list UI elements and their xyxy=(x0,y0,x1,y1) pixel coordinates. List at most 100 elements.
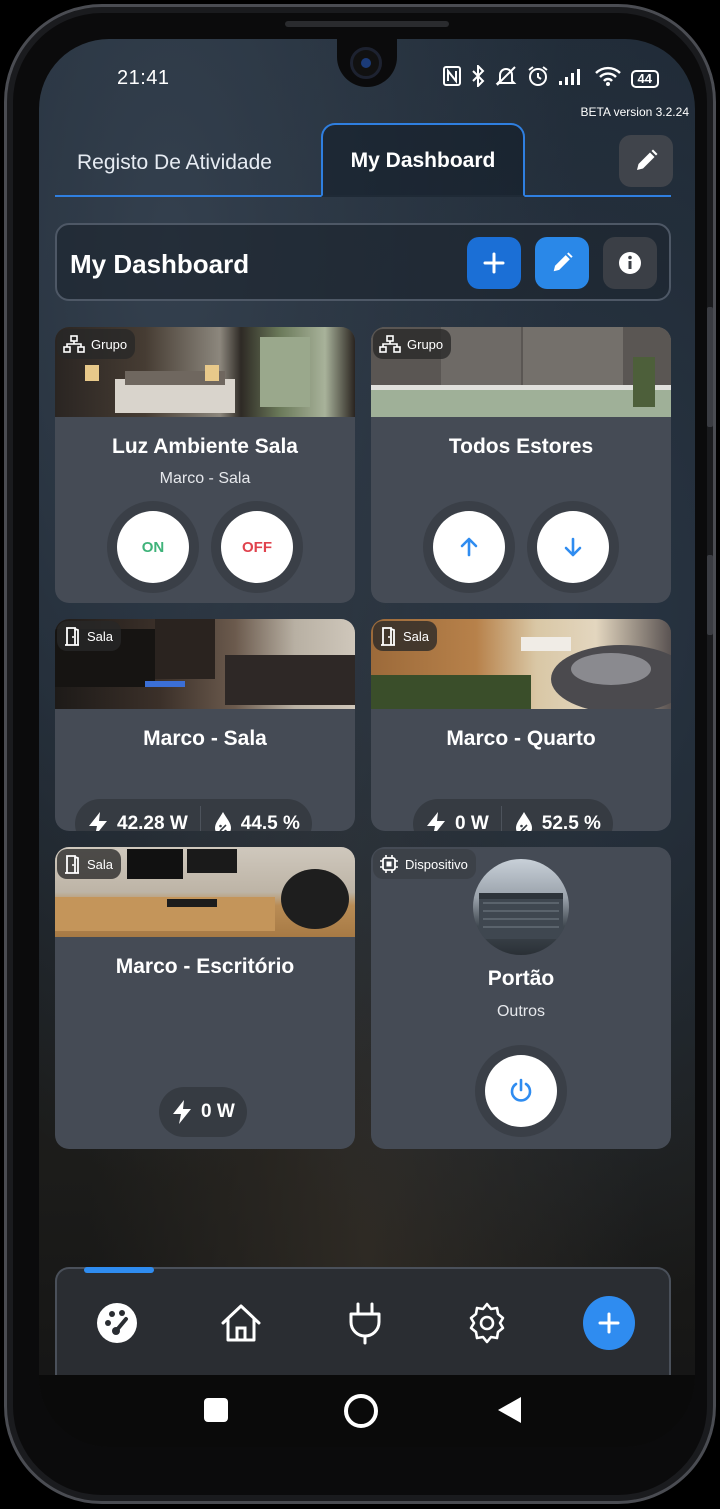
card-subtitle: Outros xyxy=(496,1003,545,1020)
nav-settings[interactable] xyxy=(461,1297,513,1349)
dashboard-header: My Dashboard xyxy=(55,223,671,301)
card-luz-ambiente-sala[interactable]: Grupo Luz Ambiente Sala Marco - Sala ON … xyxy=(55,327,355,603)
card-subtitle: Marco - Sala xyxy=(159,470,251,487)
home-system-button[interactable] xyxy=(343,1393,379,1434)
door-icon xyxy=(65,627,79,646)
blinds-up-button[interactable] xyxy=(433,511,505,583)
status-icons: 44 xyxy=(442,63,659,92)
humidity-value: 44.5 % xyxy=(240,813,300,831)
sensor-pill: 0 W xyxy=(159,1087,247,1137)
room-badge: Sala xyxy=(57,621,122,651)
badge-label: Sala xyxy=(87,856,114,872)
beta-version-label: BETA version 3.2.24 xyxy=(580,105,689,119)
plus-icon xyxy=(483,252,505,274)
dashboard-title: My Dashboard xyxy=(70,249,250,279)
off-button[interactable]: OFF xyxy=(221,511,293,583)
down-button-ring xyxy=(527,501,619,593)
add-widget-button[interactable] xyxy=(467,237,521,289)
card-title: Luz Ambiente Sala xyxy=(112,435,298,458)
arrow-down-icon xyxy=(564,537,582,557)
group-badge: Grupo xyxy=(57,329,136,359)
group-badge: Grupo xyxy=(373,329,452,359)
bluetooth-icon xyxy=(471,63,485,92)
recents-button[interactable] xyxy=(203,1397,229,1428)
bolt-icon xyxy=(427,812,445,831)
home-icon xyxy=(221,1304,261,1342)
speaker-grille xyxy=(285,21,449,27)
humidity-reading: 52.5 % xyxy=(502,799,613,831)
drop-icon xyxy=(515,812,532,831)
card-title: Marco - Quarto xyxy=(446,727,596,750)
square-icon xyxy=(204,1398,228,1422)
card-portao[interactable]: Dispositivo Portão Outros xyxy=(371,847,671,1149)
tab-bar: Registo De Atividade My Dashboard xyxy=(55,123,671,197)
on-button[interactable]: ON xyxy=(117,511,189,583)
nav-devices[interactable] xyxy=(339,1297,391,1349)
up-button-ring xyxy=(423,501,515,593)
alarm-icon xyxy=(527,65,549,92)
system-navigation-bar xyxy=(39,1375,695,1447)
front-camera xyxy=(350,47,382,79)
chip-icon xyxy=(380,855,398,873)
active-indicator xyxy=(84,1267,154,1273)
gate-photo xyxy=(473,859,569,955)
info-icon xyxy=(619,252,641,274)
add-fab[interactable] xyxy=(583,1296,635,1350)
badge-label: Sala xyxy=(403,628,430,644)
edit-dashboard-button[interactable] xyxy=(535,237,589,289)
tab-registo-de-atividade[interactable]: Registo De Atividade xyxy=(77,151,272,175)
edit-tabs-button[interactable] xyxy=(619,135,673,187)
door-icon xyxy=(381,627,395,646)
mute-icon xyxy=(495,65,517,92)
pencil-icon xyxy=(637,149,658,170)
power-button-ring xyxy=(475,1045,567,1137)
circle-icon xyxy=(344,1394,378,1428)
power-button xyxy=(707,555,713,635)
info-button[interactable] xyxy=(603,237,657,289)
gate-power-button[interactable] xyxy=(485,1055,557,1127)
bolt-icon xyxy=(89,812,107,831)
door-icon xyxy=(65,855,79,874)
plug-icon xyxy=(349,1302,381,1345)
drop-icon xyxy=(214,812,231,831)
device-badge: Dispositivo xyxy=(373,849,476,879)
nav-dashboard[interactable] xyxy=(91,1297,143,1349)
tab-my-dashboard[interactable]: My Dashboard xyxy=(321,123,525,197)
badge-label: Dispositivo xyxy=(405,856,468,872)
back-button[interactable] xyxy=(495,1395,523,1430)
gear-icon xyxy=(469,1302,505,1344)
phone-frame: 21:41 44 BETA version 3.2.24 Registo De … xyxy=(4,4,716,1504)
sensor-pill: 0 W 52.5 % xyxy=(413,799,613,831)
bolt-icon xyxy=(173,1100,191,1124)
power-value: 42.28 W xyxy=(117,813,188,831)
card-title: Marco - Sala xyxy=(143,727,267,750)
card-marco-quarto[interactable]: Sala Marco - Quarto 0 W 52.5 % xyxy=(371,619,671,831)
card-marco-sala[interactable]: Sala Marco - Sala 42.28 W 44.5 % xyxy=(55,619,355,831)
nav-add[interactable] xyxy=(583,1296,635,1350)
power-reading: 0 W xyxy=(413,799,501,831)
card-marco-escritorio[interactable]: Sala Marco - Escritório 0 W xyxy=(55,847,355,1149)
nav-home[interactable] xyxy=(215,1297,267,1349)
room-badge: Sala xyxy=(373,621,438,651)
power-icon xyxy=(510,1078,532,1102)
battery-indicator: 44 xyxy=(630,69,659,88)
pencil-icon xyxy=(553,252,573,272)
group-icon xyxy=(379,335,401,353)
wifi-icon xyxy=(594,66,621,91)
badge-label: Sala xyxy=(87,628,114,644)
bottom-navigation xyxy=(55,1267,671,1375)
nfc-icon xyxy=(442,66,461,91)
humidity-value: 52.5 % xyxy=(541,813,601,831)
off-button-ring: OFF xyxy=(211,501,303,593)
dashboard-icon xyxy=(97,1303,137,1343)
card-todos-estores[interactable]: Grupo Todos Estores xyxy=(371,327,671,603)
back-triangle-icon xyxy=(498,1397,521,1423)
card-title: Portão xyxy=(487,967,555,990)
plus-icon xyxy=(598,1312,620,1334)
badge-label: Grupo xyxy=(407,336,444,352)
blinds-down-button[interactable] xyxy=(537,511,609,583)
group-icon xyxy=(63,335,85,353)
sensor-pill: 42.28 W 44.5 % xyxy=(75,799,312,831)
arrow-up-icon xyxy=(460,537,478,557)
humidity-reading: 44.5 % xyxy=(201,799,312,831)
